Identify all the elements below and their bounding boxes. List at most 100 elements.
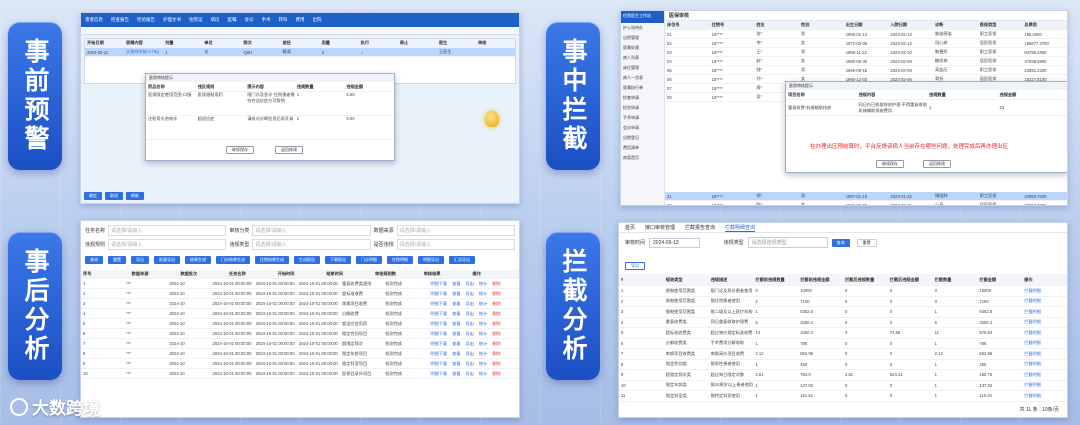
toolbar-item[interactable]: 费用: [296, 17, 305, 23]
task-delete-link[interactable]: 删除: [490, 351, 500, 356]
action-button[interactable]: 批量导出: [154, 256, 180, 264]
task-op-link[interactable]: 查看: [450, 311, 460, 316]
task-op-link[interactable]: 统计: [477, 291, 487, 296]
task-op-link[interactable]: 统计: [477, 351, 487, 356]
sidebar-item[interactable]: 医嘱处理: [621, 43, 664, 53]
task-op-link[interactable]: 导出: [464, 371, 474, 376]
intercept-row[interactable]: 8 限定性别类 限男性患者使用 1 450 0 0 1 450 拦截明细: [619, 360, 1067, 370]
task-delete-link[interactable]: 删除: [490, 331, 500, 336]
task-row[interactable]: 6 *** 2024-10 2024-10-01 00:00:00 2024-10-01…: [81, 329, 519, 339]
task-row[interactable]: 8 *** 2024-10 2024-10-01 00:00:00 2024-10-01…: [81, 349, 519, 359]
intercept-row[interactable]: 11 限定科室类 限特定科室使用 1 110.34 0 0 1 110.34 拦截明细: [619, 391, 1067, 402]
query-button[interactable]: 查询: [831, 238, 850, 247]
action-button[interactable]: 汇总导出: [449, 256, 475, 264]
task-delete-link[interactable]: 删除: [490, 321, 500, 326]
task-op-link[interactable]: 明细下载: [428, 361, 447, 366]
task-op-link[interactable]: 查看: [450, 331, 460, 336]
date-input[interactable]: 2024-09-13: [649, 237, 700, 248]
action-button[interactable]: 下载报告: [325, 256, 351, 264]
filter-input[interactable]: 请选择/请输入: [108, 239, 227, 250]
patient-row[interactable]: 03 18**** 王* 男 1958-11-22 2023-02-10 脑梗死 职工医保 84…: [665, 48, 1067, 57]
task-op-link[interactable]: 明细下载: [428, 341, 447, 346]
task-op-link[interactable]: 明细下载: [428, 311, 447, 316]
action-button[interactable]: 门诊结果生成: [216, 256, 250, 264]
task-row[interactable]: 5 *** 2024-10 2024-10-01 00:00:00 2024-10-01…: [81, 319, 519, 329]
sidebar-item[interactable]: 会诊申请: [621, 123, 664, 133]
footer-button[interactable]: 刷新: [126, 192, 144, 200]
intercept-detail-link[interactable]: 拦截明细: [1022, 351, 1067, 357]
export-button[interactable]: 导出: [625, 262, 645, 270]
intercept-row[interactable]: 6 分解收费类 手术费用分解收取 1 786 0 0 1 786 拦截明细: [619, 339, 1067, 349]
action-button[interactable]: 导出: [131, 256, 149, 264]
task-delete-link[interactable]: 删除: [490, 341, 500, 346]
dialog2-continue-button[interactable]: 继续保存: [876, 160, 904, 168]
sidebar-item[interactable]: 病案首页: [621, 153, 664, 163]
sidebar-item[interactable]: 床位管理: [621, 63, 664, 73]
action-button[interactable]: 住院结果生成: [255, 256, 289, 264]
task-op-link[interactable]: 明细下载: [428, 321, 447, 326]
task-op-link[interactable]: 查看: [450, 371, 460, 376]
tab-0[interactable]: 首页: [625, 224, 635, 231]
task-op-link[interactable]: 导出: [464, 331, 474, 336]
dialog2-return-button[interactable]: 返回修改: [923, 160, 951, 168]
intercept-row[interactable]: 3 限制使用范围类 限二级及以上医疗机构 1 5452.6 0 0 1 5452.6 拦截明细: [619, 307, 1067, 318]
toolbar-item[interactable]: 检查报告: [111, 17, 129, 23]
action-button[interactable]: 住院明细: [387, 256, 413, 264]
action-button[interactable]: 结果生成: [185, 256, 211, 264]
filter-input[interactable]: 请选择/请输入: [252, 225, 371, 236]
task-op-link[interactable]: 明细下载: [428, 301, 447, 306]
task-op-link[interactable]: 明细下载: [428, 371, 447, 376]
intercept-row[interactable]: 10 限定年龄类 限18周岁以上患者使用 1 137.92 0 0 1 137.92 拦截明细: [619, 381, 1067, 391]
task-op-link[interactable]: 明细下载: [428, 351, 447, 356]
toolbar-item[interactable]: 出院: [313, 17, 322, 23]
intercept-row[interactable]: 5 超标准收费类 超过物价规定标准收费 14 1050.4 3 74.56 11 975.84 拦…: [619, 328, 1067, 339]
intercept-detail-link[interactable]: 拦截明细: [1022, 330, 1067, 336]
task-op-link[interactable]: 统计: [477, 311, 487, 316]
task-op-link[interactable]: 查看: [450, 341, 460, 346]
task-op-link[interactable]: 统计: [477, 331, 487, 336]
task-op-link[interactable]: 导出: [464, 291, 474, 296]
toolbar-item[interactable]: 住院证: [189, 17, 203, 23]
action-button[interactable]: 门诊明细: [356, 256, 382, 264]
task-op-link[interactable]: 明细下载: [428, 281, 447, 286]
intercept-row[interactable]: 9 超限定频次类 超过每日限定次数 3.51 784.9 4.51 624.14 1 160.7…: [619, 370, 1067, 381]
task-op-link[interactable]: 明细下载: [428, 291, 447, 296]
task-row[interactable]: 3 *** 2024-10 2024-10-01 00:00:00 2024-10-01…: [81, 299, 519, 309]
task-delete-link[interactable]: 删除: [490, 361, 500, 366]
task-delete-link[interactable]: 删除: [490, 311, 500, 316]
toolbar-item[interactable]: 会诊: [245, 17, 254, 23]
patient-row[interactable]: 22 18**** 陈* 女 1966-05-08 2023-01-21 心衰 居民医保 287…: [665, 201, 1067, 205]
toolbar-item[interactable]: 转科: [279, 17, 288, 23]
patient-row[interactable]: 04 18**** 赵* 女 1980-06-30 2023-02-09 糖尿病 居民医保 37…: [665, 57, 1067, 66]
filter-input[interactable]: 请选择/请输入: [396, 239, 515, 250]
patient-row[interactable]: 05 18**** 钱* 男 1949-09-18 2023-02-08 高血压 职工医保 24…: [665, 66, 1067, 75]
task-op-link[interactable]: 查看: [450, 281, 460, 286]
intercept-detail-link[interactable]: 拦截明细: [1022, 372, 1067, 378]
continue-save-button[interactable]: 继续保存: [226, 146, 254, 154]
patient-row[interactable]: 21 18**** 郑* 男 1957-01-19 2023-01-22 慢阻肺 职工医保 34…: [665, 192, 1067, 201]
toolbar-item[interactable]: 手术: [262, 17, 271, 23]
patient-row[interactable]: 01 18**** 张* 男 1965-01-14 2023-02-13 肺部感染 职工医保 1…: [665, 30, 1067, 39]
sidebar-item[interactable]: 护士站待办: [621, 23, 664, 33]
sidebar-item[interactable]: 医嘱执行单: [621, 83, 664, 93]
action-button[interactable]: 查询: [85, 256, 103, 264]
intercept-row[interactable]: 7 串换项目收费类 串换高价项目收费 2.12 652.96 0 0 2.12 652.96 拦截…: [619, 349, 1067, 360]
task-row[interactable]: 10 *** 2024-10 2024-10-01 00:00:00 2024-10-0…: [81, 369, 519, 379]
task-row[interactable]: 4 *** 2024-10 2024-10-01 00:00:00 2024-10-01…: [81, 309, 519, 319]
task-delete-link[interactable]: 删除: [490, 281, 500, 286]
task-delete-link[interactable]: 删除: [490, 291, 500, 296]
toolbar-item[interactable]: 医嘱: [228, 17, 237, 23]
intercept-detail-link[interactable]: 拦截明细: [1022, 288, 1067, 294]
task-op-link[interactable]: 查看: [450, 301, 460, 306]
action-button[interactable]: 生成报告: [294, 256, 320, 264]
intercept-detail-link[interactable]: 拦截明细: [1022, 309, 1067, 315]
task-op-link[interactable]: 明细下载: [428, 331, 447, 336]
task-row[interactable]: 7 *** 2024-10 2024-10-01 00:00:00 2024-10-01…: [81, 339, 519, 349]
sidebar-item[interactable]: 病人一览表: [621, 73, 664, 83]
task-op-link[interactable]: 导出: [464, 351, 474, 356]
task-row[interactable]: 1 *** 2024-10 2024-10-01 00:00:00 2024-10-01…: [81, 279, 519, 289]
task-op-link[interactable]: 导出: [464, 321, 474, 326]
task-op-link[interactable]: 统计: [477, 361, 487, 366]
toolbar-item[interactable]: 病历: [211, 17, 220, 23]
intercept-detail-link[interactable]: 拦截明细: [1022, 298, 1067, 304]
